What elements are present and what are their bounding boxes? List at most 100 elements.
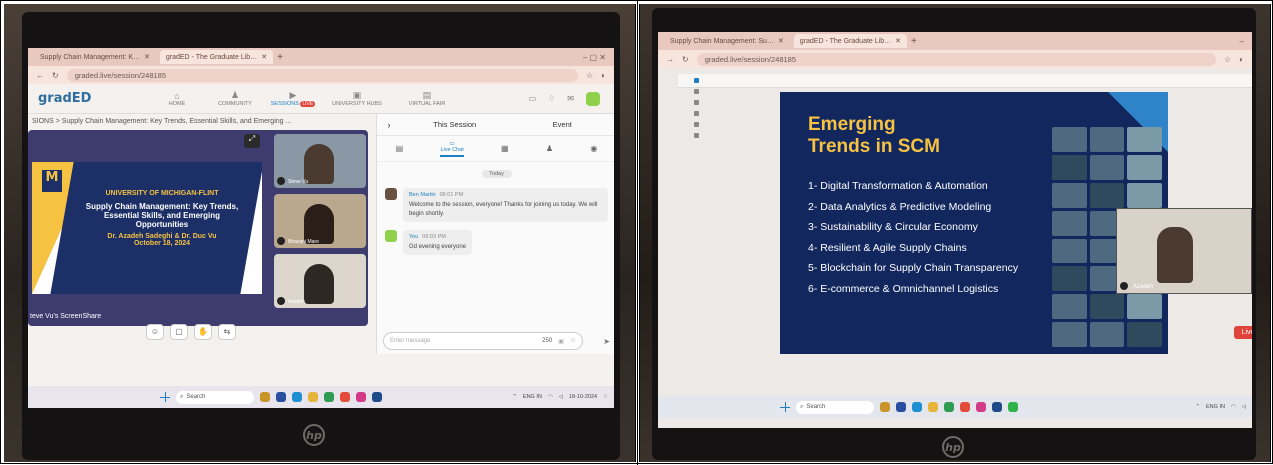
message-bubble: You 06:03 PM Gd evening everyone <box>403 229 473 256</box>
mic-icon <box>277 297 285 305</box>
star-icon[interactable]: ☆ <box>586 71 593 80</box>
lang-indicator[interactable]: ENG IN <box>523 394 542 400</box>
url-field[interactable]: graded.live/session/248185 <box>696 52 1216 66</box>
spotify-icon[interactable] <box>1008 402 1018 412</box>
breadcrumb[interactable]: SIONS > Supply Chain Management: Key Tre… <box>28 114 291 128</box>
extensions-icon[interactable]: ◐ <box>1239 55 1244 64</box>
wifi-icon[interactable]: ◠ <box>548 394 553 400</box>
people-icon[interactable]: ♟ <box>546 144 553 153</box>
extensions-icon[interactable]: ◐ <box>601 71 606 80</box>
nav-virtual-fair[interactable]: ▤ VIRTUAL FAIR <box>392 90 462 107</box>
chevron-up-icon[interactable]: ⌃ <box>512 394 517 400</box>
chevron-up-icon[interactable]: ⌃ <box>1195 404 1200 410</box>
kangaroo-icon[interactable] <box>880 402 890 412</box>
taskbar-search[interactable]: ⌕ Search <box>796 400 874 414</box>
nav-university-hubs[interactable]: ▣ UNIVERSITY HUBS <box>322 90 392 107</box>
window-controls[interactable]: – ▢ ✕ <box>583 53 606 62</box>
edge-icon[interactable] <box>292 392 302 402</box>
taskbar-search[interactable]: ⌕ Search <box>176 390 254 404</box>
back-icon[interactable]: → <box>666 55 674 64</box>
notes-icon[interactable]: ▦ <box>501 144 509 153</box>
nav-sessions[interactable]: ▶ SESSIONS LIVE <box>264 90 322 107</box>
nav-home[interactable]: ⌂ HOME <box>148 91 206 107</box>
chrome-icon[interactable] <box>340 392 350 402</box>
fair-icon: ▤ <box>422 90 432 100</box>
emoji-icon[interactable]: ☺ <box>570 338 576 344</box>
close-icon[interactable]: ✕ <box>261 53 267 61</box>
volume-icon[interactable]: ◁ <box>559 394 563 400</box>
laptop-screen: Supply Chain Management: K… ✕ gradED - Th… <box>28 48 614 408</box>
share-icon[interactable]: ⇆ <box>218 324 236 340</box>
photos-icon[interactable] <box>976 402 986 412</box>
avatar <box>385 229 397 242</box>
close-icon[interactable]: ✕ <box>895 37 901 45</box>
eraser-tool-icon[interactable] <box>693 122 699 127</box>
wifi-icon[interactable]: ◠ <box>1231 404 1236 410</box>
copilot-icon[interactable] <box>896 402 906 412</box>
participant-tile[interactable]: Bhavani Mare <box>274 194 366 248</box>
tab-event[interactable]: Event <box>509 120 615 129</box>
volume-icon[interactable]: ◁ <box>1242 404 1246 410</box>
store-icon[interactable] <box>324 392 334 402</box>
bell-icon[interactable]: ♢ <box>548 94 555 103</box>
calendar-icon[interactable]: ▤ <box>396 144 404 153</box>
bookmark-icon[interactable]: ▭ <box>529 94 537 103</box>
outlook-icon[interactable] <box>372 392 382 402</box>
bell-icon[interactable]: ♢ <box>603 394 608 400</box>
cursor-tool-icon[interactable] <box>693 78 699 83</box>
mail-icon[interactable]: ✉ <box>567 94 574 103</box>
back-icon[interactable]: ← <box>36 71 44 80</box>
participant-tile[interactable]: Steve Vu <box>274 134 366 188</box>
text-tool-icon[interactable] <box>693 111 699 116</box>
tab-live-chat[interactable]: ▭ Live Chat <box>440 141 464 157</box>
outlook-icon[interactable] <box>992 402 1002 412</box>
new-tab-icon[interactable]: + <box>911 36 917 47</box>
kangaroo-icon[interactable] <box>260 392 270 402</box>
avatar[interactable] <box>586 91 600 106</box>
new-tab-icon[interactable]: + <box>277 52 283 63</box>
chevron-right-icon[interactable]: › <box>377 120 401 130</box>
reload-icon[interactable]: ↻ <box>682 55 689 64</box>
nav-community[interactable]: ♟ COMMUNITY <box>206 90 264 107</box>
emoji-icon[interactable]: ☺ <box>146 324 164 340</box>
close-icon[interactable]: ✕ <box>144 53 150 61</box>
browser-tab-active[interactable]: gradED - The Graduate Lib… ✕ <box>159 50 274 64</box>
close-icon[interactable]: ✕ <box>778 37 784 45</box>
pen-tool-icon[interactable] <box>693 89 699 94</box>
browser-tab[interactable]: Supply Chain Management: Su… ✕ <box>664 34 790 48</box>
star-icon[interactable]: ☆ <box>1224 55 1231 64</box>
raise-hand-icon[interactable]: ✋ <box>194 324 212 340</box>
lang-indicator[interactable]: ENG IN <box>1206 404 1225 410</box>
shape-tool-icon[interactable] <box>693 100 699 105</box>
participant-name: Bhavani Mare <box>288 239 319 245</box>
browser-tab[interactable]: Supply Chain Management: K… ✕ <box>34 50 156 64</box>
sender-name[interactable]: Ben Martin <box>409 192 436 198</box>
send-icon[interactable]: ➤ <box>603 337 610 346</box>
windows-start-icon[interactable] <box>780 402 790 412</box>
slide-bullet: 6- E-commerce & Omnichannel Logistics <box>808 282 999 295</box>
browser-tab-active[interactable]: gradED - The Graduate Lib… ✕ <box>793 34 907 48</box>
photos-icon[interactable] <box>356 392 366 402</box>
participant-tile[interactable]: Azadeh <box>274 254 366 308</box>
presenter-camera[interactable]: Azadeh <box>1116 208 1252 294</box>
graded-logo[interactable]: gradED <box>38 91 148 106</box>
tab-this-session[interactable]: This Session <box>401 120 509 129</box>
expand-icon[interactable]: ⤢ <box>244 134 260 148</box>
folder-icon[interactable] <box>308 392 318 402</box>
url-field[interactable]: graded.live/session/248185 <box>66 68 578 82</box>
chrome-icon[interactable] <box>960 402 970 412</box>
edge-icon[interactable] <box>912 402 922 412</box>
store-icon[interactable] <box>944 402 954 412</box>
window-controls[interactable]: – <box>1240 37 1244 46</box>
reload-icon[interactable]: ↻ <box>52 71 59 80</box>
folder-icon[interactable] <box>928 402 938 412</box>
chat-input[interactable]: Enter message 250 ▣ ☺ <box>383 332 583 350</box>
clock-date[interactable]: 18-10-2024 <box>569 394 597 400</box>
image-tool-icon[interactable] <box>693 133 699 138</box>
copilot-icon[interactable] <box>276 392 286 402</box>
camera-icon[interactable]: ▢ <box>170 324 188 340</box>
eye-icon[interactable]: ◉ <box>590 144 597 153</box>
windows-start-icon[interactable] <box>160 392 170 402</box>
date-divider: Today <box>481 170 512 178</box>
gif-icon[interactable]: ▣ <box>558 338 564 345</box>
